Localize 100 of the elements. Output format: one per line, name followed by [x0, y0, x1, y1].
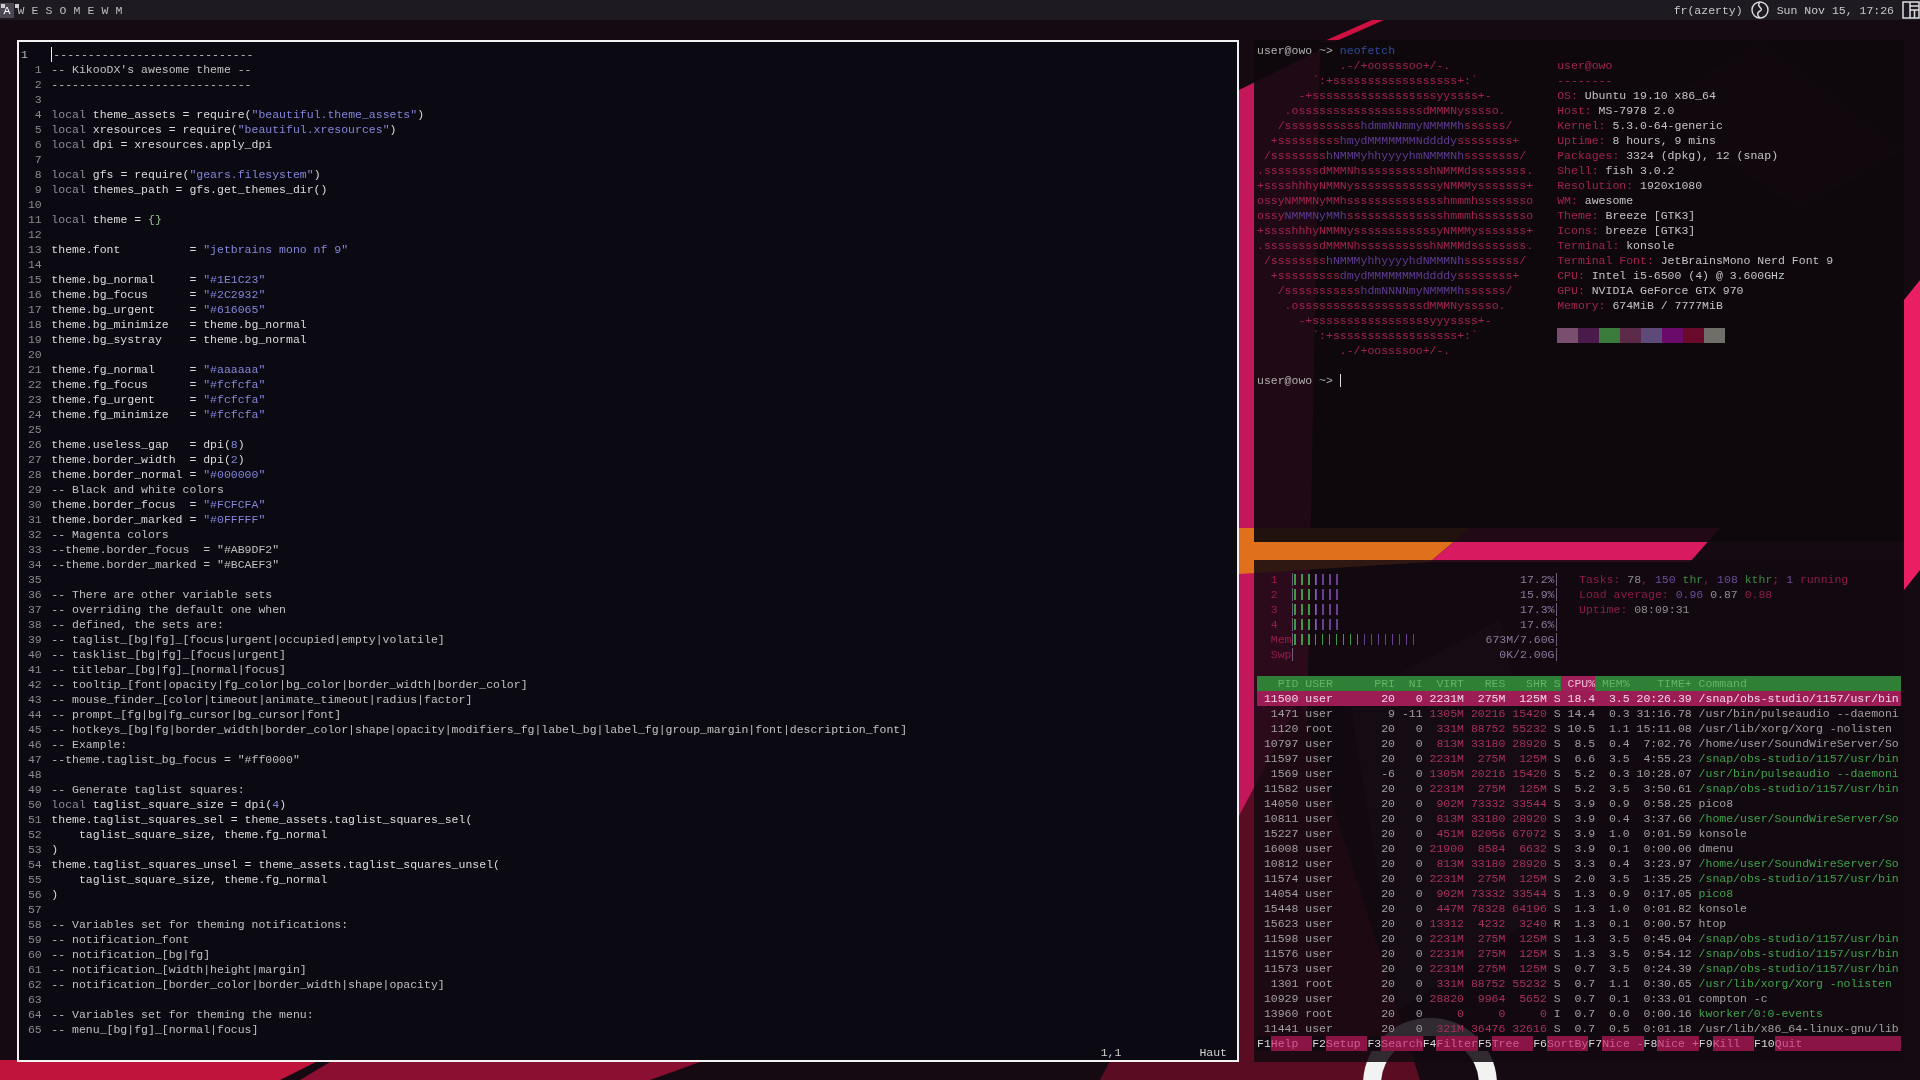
status-line: Load average: 0.96 0.87 0.88: [1579, 587, 1774, 602]
table-cell-text: 8.5: [1573, 736, 1596, 751]
process-row[interactable]: 11598 user 20 0 2231M 275M 125M S 1.3 3.5 0:45.04 /snap/obs-studio/1157/usr/bin: [1257, 931, 1901, 946]
function-key-button[interactable]: F5Tree: [1477, 1036, 1534, 1051]
info-label: Theme:: [1557, 208, 1599, 223]
process-row[interactable]: 11441 user 20 0 321M 36476 32616 S 0.7 0.5 0:01.18 /usr/lib/x86_64-linux-gnu/lib: [1257, 1021, 1901, 1036]
tag-button[interactable]: S: [42, 2, 56, 18]
info-value: 1920x1080: [1640, 178, 1703, 193]
line-number: 59: [26, 932, 42, 947]
function-key-button[interactable]: F4Filter: [1422, 1036, 1478, 1051]
table-cell-text: -11: [1400, 706, 1423, 721]
table-cell-text: S: [1552, 811, 1561, 826]
line-number: 26: [26, 437, 42, 452]
tag-button[interactable]: E: [28, 2, 42, 18]
table-cell-text: user: [1304, 796, 1334, 811]
line-number: 19: [26, 332, 42, 347]
info-label: Packages:: [1557, 148, 1620, 163]
process-row[interactable]: 1120 root 20 0 331M 88752 55232 S 10.5 1.1 15:11.08 /usr/lib/xorg/Xorg -nolisten: [1257, 721, 1901, 736]
code-line: -- Magenta colors: [51, 527, 169, 542]
table-cell-text: 125M: [1518, 931, 1547, 946]
process-row[interactable]: 11582 user 20 0 2231M 275M 125M S 5.2 3.5 3:50.61 /snap/obs-studio/1157/usr/bin: [1257, 781, 1901, 796]
table-cell-text: 331M: [1435, 976, 1464, 991]
tag-button[interactable]: O: [56, 2, 70, 18]
process-row[interactable]: 11573 user 20 0 2231M 275M 125M S 0.7 3.5 0:24.39 /snap/obs-studio/1157/usr/bin: [1257, 961, 1901, 976]
process-row[interactable]: 10812 user 20 0 813M 33180 28920 S 3.3 0.4 3:23.97 /home/user/SoundWireServer/So: [1257, 856, 1901, 871]
code-line: --theme.border_marked = "#BCAEF3": [51, 557, 280, 572]
table-cell-text: 73332: [1469, 796, 1506, 811]
function-key-button[interactable]: F3Search: [1367, 1036, 1423, 1051]
code-line: local theme_assets = require("beautiful.theme_assets"): [51, 107, 425, 122]
table-cell-text: /usr/lib/xorg/Xorg -nolisten: [1697, 721, 1893, 736]
table-cell-text: compton -c: [1697, 991, 1769, 1006]
text-cursor: [51, 47, 53, 62]
function-key-button[interactable]: F10Quit: [1754, 1036, 1901, 1051]
table-cell-text: 3.5: [1607, 946, 1630, 961]
line-number: 35: [26, 572, 42, 587]
process-row[interactable]: 11574 user 20 0 2231M 275M 125M S 2.0 3.5 1:35.25 /snap/obs-studio/1157/usr/bin: [1257, 871, 1901, 886]
tag-button[interactable]: W: [98, 2, 112, 18]
table-cell-text: 0.9: [1607, 886, 1630, 901]
swirl-icon[interactable]: [1750, 1, 1769, 19]
tag-button[interactable]: M: [70, 2, 84, 18]
code-line: theme.taglist_squares_unsel = theme_assets.taglist_squares_unsel(: [51, 857, 500, 872]
table-cell-text: 2231M: [1428, 781, 1464, 796]
table-cell-text: /snap/obs-studio/1157/usr/bin: [1697, 961, 1900, 976]
process-row[interactable]: 11576 user 20 0 2231M 275M 125M S 1.3 3.5 0:54.12 /snap/obs-studio/1157/usr/bin: [1257, 946, 1901, 961]
table-cell-text: 125M: [1518, 751, 1547, 766]
code-line: -- tooltip_[font|opacity|fg_color|bg_color|border_width|border_color]: [51, 677, 528, 692]
process-row[interactable]: 1301 root 20 0 331M 88752 55232 S 0.7 1.1 0:30.65 /usr/lib/xorg/Xorg -nolisten: [1257, 976, 1901, 991]
table-cell-text: S: [1552, 1021, 1561, 1036]
table-cell-text: 28920: [1511, 811, 1547, 826]
table-cell-text: -6: [1380, 766, 1395, 781]
table-cell-text: 3.9: [1573, 841, 1596, 856]
function-key-button[interactable]: F6SortBy: [1533, 1036, 1589, 1051]
tag-button[interactable]: M: [112, 2, 126, 18]
keyboard-layout[interactable]: fr(azerty): [1673, 2, 1743, 18]
ascii-logo: .-/+oossssoo+/-. `:+ssssssssssssssssss+:` -+ssssssssssssssssssyyssss+- .ossssssssssssssssssdMMMNysssso. /ssssssssssshdmmNNmmyNMMMMhssssss/ +ssssssssshmydMMMMMMMNddddyssssssss+ /sssssssshNMMMyhhyyyyhmNMMMNhssssssss/ .ssssssssdMMMNhsssssssssshNMMMdssssssss. +sssshhhyNMMNyssssssssssssyNMMMysssssss+ ossyNMMMNyMMhsssssssssssssshmmmhssssssso ossyNMMMNyMMhsssssssssssssshmmmhssssssso +sssshhhyNMMNyssssssssssssyNMMMysssssss+ .ssssssssdMMMNhsssssssssshNMMMdssssssss. /sssssssshNMMMyhhyyyyhdNMMMNhssssssss/ +sssssssssdmydMMMMMMMMddddyssssssss+ /ssssssssssshdmNNNNmyNMMMMhssssss/ .ossssssssssssssssssdMMMNysssso. -+sssssssssssssssssyyyssss+- `:+ssssssssssssssssss+:` .-/+oossssoo+/-.: [1257, 58, 1535, 358]
cursor-position: 1,1: [1100, 1045, 1122, 1060]
info-label: Host:: [1557, 103, 1592, 118]
table-cell-text: 3.5: [1607, 781, 1630, 796]
process-row[interactable]: 16008 user 20 0 21900 8584 6632 S 3.9 0.1 0:00.06 dmenu: [1257, 841, 1901, 856]
process-row[interactable]: 14050 user 20 0 902M 73332 33544 S 3.9 0.9 0:58.25 pico8: [1257, 796, 1901, 811]
info-label: Terminal:: [1557, 238, 1620, 253]
clock: Sun Nov 15, 17:26: [1776, 2, 1894, 18]
column-header[interactable]: CPU%: [1560, 676, 1596, 691]
meter-reading: 17.3%: [1520, 602, 1555, 617]
table-cell-text: 0:01.18: [1642, 1021, 1692, 1036]
table-cell-text: 4232: [1476, 916, 1506, 931]
process-row[interactable]: 15623 user 20 0 13312 4232 3240 R 1.3 0.1 0:00.57 htop: [1257, 916, 1901, 931]
table-cell-text: S: [1552, 886, 1561, 901]
table-cell-text: 0: [1414, 961, 1423, 976]
process-row[interactable]: 10797 user 20 0 813M 33180 28920 S 8.5 0.4 7:02.76 /home/user/SoundWireServer/So: [1257, 736, 1901, 751]
process-row[interactable]: 1569 user -6 0 1305M 20216 15420 S 5.2 0.3 10:28.07 /usr/bin/pulseaudio --daemoni: [1257, 766, 1901, 781]
table-cell-text: S: [1552, 901, 1561, 916]
process-row[interactable]: 11597 user 20 0 2231M 275M 125M S 6.6 3.5 4:55.23 /snap/obs-studio/1157/usr/bin: [1257, 751, 1901, 766]
line-number: 42: [26, 677, 42, 692]
table-cell-text: 0:54.12: [1642, 946, 1692, 961]
tag-button[interactable]: A: [0, 2, 14, 18]
process-row[interactable]: 10811 user 20 0 813M 33180 28920 S 3.9 0.4 3:37.66 /home/user/SoundWireServer/So: [1257, 811, 1901, 826]
table-cell-text: 20: [1380, 691, 1395, 706]
grid-icon[interactable]: [1902, 1, 1920, 19]
process-row[interactable]: 1471 user 9 -11 1305M 20216 15420 S 14.4 0.3 31:16.78 /usr/bin/pulseaudio --daemoni: [1257, 706, 1901, 721]
line-number: 2: [33, 77, 42, 92]
meter-label: Swp: [1270, 647, 1292, 662]
table-cell-text: 0.0: [1607, 1006, 1630, 1021]
table-cell-text: /snap/obs-studio/1157/usr/bin: [1697, 781, 1900, 796]
process-row[interactable]: 13960 root 20 0 0 0 0 I 0.7 0.0 0:00.16 kworker/0:0-events: [1257, 1006, 1901, 1021]
process-row[interactable]: 10929 user 20 0 28820 9964 5652 S 0.7 0.1 0:33.01 compton -c: [1257, 991, 1901, 1006]
tag-button[interactable]: E: [84, 2, 98, 18]
process-row[interactable]: 11500 user 20 0 2231M 275M 125M S 18.4 3.5 20:26.39 /snap/obs-studio/1157/usr/bin: [1257, 691, 1901, 706]
process-row[interactable]: 14054 user 20 0 902M 73332 33544 S 1.3 0.9 0:17.05 pico8: [1257, 886, 1901, 901]
table-cell-text: 275M: [1476, 871, 1506, 886]
function-key-button[interactable]: F8Nice +: [1643, 1036, 1699, 1051]
process-row[interactable]: 15448 user 20 0 447M 78328 64196 S 1.3 1.0 0:01.82 konsole: [1257, 901, 1901, 916]
function-key-button[interactable]: F7Nice -: [1588, 1036, 1644, 1051]
table-cell-text: user: [1304, 991, 1334, 1006]
code-line: -- Variables set for theming notifications:: [51, 917, 349, 932]
table-cell-text: 3.5: [1607, 871, 1630, 886]
table-cell-text: 31:16.78: [1635, 706, 1692, 721]
table-cell-text: 125M: [1518, 691, 1547, 706]
process-row[interactable]: 15227 user 20 0 451M 82056 67072 S 3.9 1.0 0:01.59 konsole: [1257, 826, 1901, 841]
table-cell-text: 0.7: [1573, 1021, 1596, 1036]
